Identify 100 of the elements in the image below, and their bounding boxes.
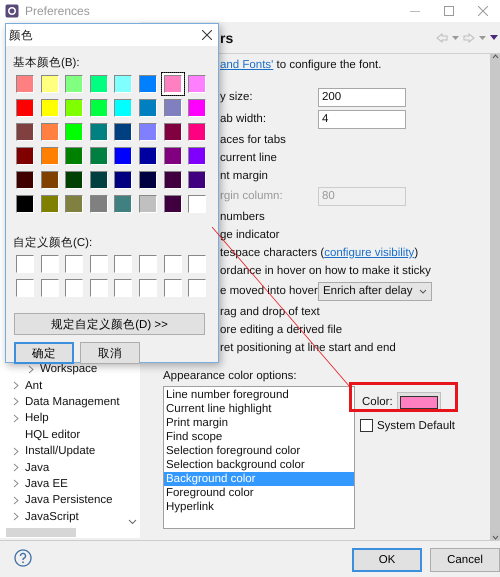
horizontal-scrollbar[interactable]	[0, 527, 140, 538]
color-swatch[interactable]	[114, 75, 132, 93]
color-swatch[interactable]	[164, 195, 182, 213]
color-swatch[interactable]	[164, 171, 182, 189]
color-swatch[interactable]	[65, 99, 84, 117]
custom-color-swatch[interactable]	[65, 279, 84, 297]
tree-item[interactable]: Data Management	[25, 396, 120, 408]
input-field[interactable]: 200	[318, 88, 406, 106]
tree-item[interactable]: Help	[25, 412, 49, 424]
color-swatch[interactable]	[138, 75, 157, 93]
tree-item[interactable]: JavaScript	[25, 510, 79, 523]
configure-link[interactable]: configure visibility	[324, 247, 414, 259]
color-swatch[interactable]	[90, 123, 108, 141]
custom-color-swatch[interactable]	[16, 255, 34, 273]
list-item[interactable]: Current line highlight	[164, 402, 354, 416]
custom-color-swatch[interactable]	[164, 279, 182, 297]
color-swatch[interactable]	[164, 99, 182, 117]
custom-color-swatch[interactable]	[40, 255, 59, 273]
help-icon[interactable]	[14, 549, 32, 567]
color-swatch[interactable]	[164, 75, 182, 93]
color-swatch[interactable]	[16, 75, 34, 93]
list-item[interactable]: Foreground color	[164, 486, 354, 500]
color-swatch[interactable]	[90, 147, 108, 165]
color-swatch[interactable]	[138, 123, 157, 141]
tree-item[interactable]: Java Persistence	[25, 494, 113, 506]
dropdown[interactable]: Enrich after delay	[318, 282, 432, 300]
scroll-up-icon[interactable]	[492, 54, 498, 59]
color-swatch[interactable]	[138, 99, 157, 117]
color-swatch[interactable]	[40, 171, 59, 189]
color-swatch[interactable]	[164, 123, 182, 141]
color-swatch[interactable]	[188, 99, 206, 117]
color-swatch[interactable]	[114, 195, 132, 213]
minimize-icon[interactable]	[410, 10, 420, 12]
view-menu-icon[interactable]	[490, 35, 498, 40]
color-swatch[interactable]	[188, 195, 206, 213]
tree-item[interactable]: Install/Update	[25, 445, 96, 458]
define-custom-colors-button[interactable]: 规定自定义颜色(D) >>	[14, 313, 205, 335]
list-item[interactable]: Find scope	[164, 430, 354, 444]
chevron-icon[interactable]	[13, 512, 19, 522]
chevron-icon[interactable]	[13, 381, 19, 390]
dropdown-arrow-icon[interactable]	[452, 36, 459, 40]
color-swatch[interactable]	[138, 195, 157, 213]
custom-color-swatch[interactable]	[65, 255, 84, 273]
color-swatch[interactable]	[114, 99, 132, 117]
color-swatch[interactable]	[65, 195, 84, 213]
color-swatch[interactable]	[90, 75, 108, 93]
dialog-button[interactable]: OK	[352, 548, 422, 572]
chevron-icon[interactable]	[13, 414, 19, 423]
color-swatch[interactable]	[90, 99, 108, 117]
color-swatch[interactable]	[114, 147, 132, 165]
custom-color-swatch[interactable]	[40, 279, 59, 297]
color-swatch[interactable]	[16, 147, 34, 165]
custom-color-swatch[interactable]	[16, 279, 34, 297]
color-swatch[interactable]	[65, 123, 84, 141]
color-swatch[interactable]	[40, 195, 59, 213]
maximize-icon[interactable]	[444, 6, 454, 16]
color-swatch[interactable]	[114, 123, 132, 141]
dialog-button[interactable]: 确定	[14, 342, 74, 364]
color-swatch[interactable]	[65, 147, 84, 165]
custom-color-swatch[interactable]	[114, 255, 132, 273]
custom-color-swatch[interactable]	[188, 255, 206, 273]
colors-and-fonts-link[interactable]: and Fonts'	[220, 59, 274, 71]
color-swatch[interactable]	[90, 171, 108, 189]
input-field[interactable]: 4	[318, 110, 406, 128]
color-swatch[interactable]	[40, 99, 59, 117]
color-swatch[interactable]	[40, 75, 59, 93]
color-swatch[interactable]	[16, 123, 34, 141]
scroll-down-icon[interactable]	[492, 535, 498, 540]
custom-color-swatch[interactable]	[164, 255, 182, 273]
color-swatch[interactable]	[65, 171, 84, 189]
dropdown-arrow-icon[interactable]	[479, 36, 486, 40]
color-swatch[interactable]	[40, 147, 59, 165]
custom-color-swatch[interactable]	[114, 279, 132, 297]
color-swatch[interactable]	[188, 171, 206, 189]
close-icon[interactable]	[202, 30, 212, 40]
custom-color-swatch[interactable]	[188, 279, 206, 297]
chevron-icon[interactable]	[28, 364, 34, 374]
chevron-icon[interactable]	[13, 397, 19, 406]
custom-color-swatch[interactable]	[138, 279, 157, 297]
list-item[interactable]: Selection foreground color	[164, 444, 354, 458]
dialog-button[interactable]: Cancel	[430, 548, 500, 572]
chevron-icon[interactable]	[13, 463, 19, 472]
list-item[interactable]: Print margin	[164, 416, 354, 430]
chevron-icon[interactable]	[13, 446, 19, 456]
chevron-icon[interactable]	[13, 496, 19, 505]
color-swatch[interactable]	[16, 171, 34, 189]
color-options-list[interactable]: Line number foreground Current line highlight Print margin Find scope Selection foreground color Selection background color Background color Foreground color Hyperlink	[163, 386, 355, 529]
color-swatch[interactable]	[16, 195, 34, 213]
list-item[interactable]: Hyperlink	[164, 500, 354, 514]
custom-color-swatch[interactable]	[90, 279, 108, 297]
color-swatch[interactable]	[188, 147, 206, 165]
vertical-scrollbar[interactable]	[490, 54, 500, 540]
tree-item[interactable]: Ant	[25, 380, 42, 392]
color-swatch[interactable]	[65, 75, 84, 93]
color-swatch[interactable]	[138, 171, 157, 189]
color-swatch[interactable]	[40, 123, 59, 141]
list-item[interactable]: Selection background color	[164, 458, 354, 472]
color-swatch[interactable]	[164, 147, 182, 165]
dialog-button[interactable]: 取消	[80, 342, 140, 364]
scroll-down-icon[interactable]	[128, 519, 137, 525]
